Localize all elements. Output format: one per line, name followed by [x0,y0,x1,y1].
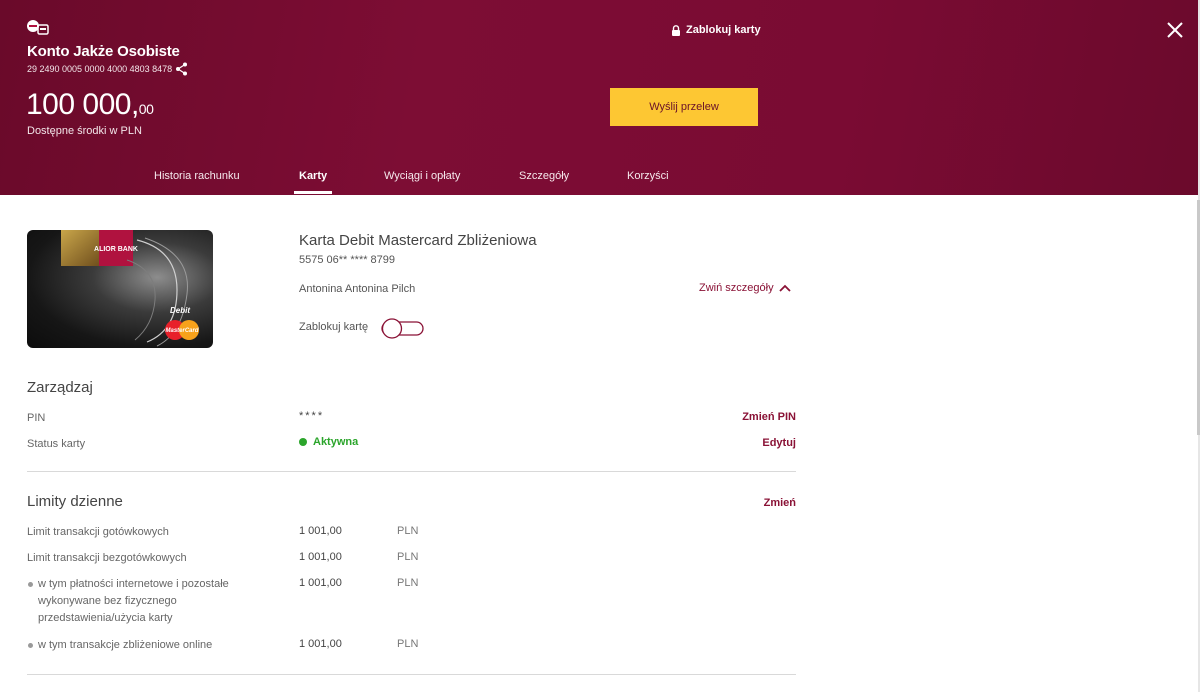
limit-row-unit: PLN [397,577,419,589]
account-header: Konto Jakże Osobiste 29 2490 0005 0000 4… [0,0,1198,195]
limit-row-label: w tym płatności internetowe i pozostałe … [38,578,229,624]
edit-status-link[interactable]: Edytuj [762,437,796,449]
section-divider [27,674,796,675]
collapse-details-label: Zwiń szczegóły [699,282,774,294]
balance-integer: 100 000, [26,88,139,121]
card-image: ALIOR BANK Debit MasterCard [27,230,213,348]
limits-section-title: Limity dzienne [27,493,123,510]
chevron-up-icon [778,284,791,292]
lock-icon [672,24,680,36]
status-dot-icon [299,438,307,447]
send-transfer-button[interactable]: Wyślij przelew [610,88,758,126]
lock-card-label: Zablokuj kartę [299,321,369,333]
pin-value: **** [299,410,325,422]
limit-row-label: Limit transakcji bezgotówkowych [27,552,187,564]
account-tabs: Historia rachunku Karty Wyciągi i opłaty… [0,162,1198,195]
balance-label: Dostępne środki w PLN [27,125,142,137]
card-status-value: Aktywna [313,436,359,449]
bullet-icon [28,582,33,587]
tab-korzysci[interactable]: Korzyści [627,170,669,182]
card-artwork: ALIOR BANK Debit MasterCard [61,230,199,347]
card-number: 5575 06** **** 8799 [299,254,396,266]
share-icon[interactable] [175,62,188,76]
manage-section-title: Zarządzaj [27,379,93,396]
limit-row-value: 1 001,00 [299,577,342,589]
card-type-text: Debit [170,306,190,315]
limit-row-unit: PLN [397,525,419,537]
limit-row-label: w tym transakcje zbliżeniowe online [38,639,213,651]
account-name: Konto Jakże Osobiste [27,43,180,60]
tab-wyciagi-i-oplaty[interactable]: Wyciągi i opłaty [384,170,460,182]
card-title: Karta Debit Mastercard Zbliżeniowa [299,232,537,249]
card-holder: Antonina Antonina Pilch [299,283,416,295]
tab-karty[interactable]: Karty [299,170,327,182]
tab-historia-rachunku[interactable]: Historia rachunku [154,170,240,182]
close-icon[interactable] [1165,20,1185,40]
card-bank-text: ALIOR BANK [94,246,138,253]
lock-cards-label: Zablokuj karty [686,24,761,36]
change-pin-link[interactable]: Zmień PIN [742,411,796,423]
collapse-details-link[interactable]: Zwiń szczegóły [699,282,791,294]
active-tab-indicator [294,191,332,194]
change-limits-link[interactable]: Zmień [764,497,796,509]
account-number: 29 2490 0005 0000 4000 4803 8478 [27,64,173,74]
pin-label: PIN [27,412,46,424]
limit-row-value: 1 001,00 [299,551,342,563]
section-divider [27,471,796,472]
card-status-label: Status karty [27,438,86,450]
tab-szczegoly[interactable]: Szczegóły [519,170,569,182]
card-brand-text: MasterCard [165,328,198,334]
limit-row-unit: PLN [397,638,419,650]
bank-logo-icon [27,20,49,35]
limit-row-value: 1 001,00 [299,638,342,650]
lock-cards-button[interactable]: Zablokuj karty [671,24,761,36]
limit-row-value: 1 001,00 [299,525,342,537]
balance-decimal: 00 [138,101,154,117]
bullet-icon [28,643,33,648]
limit-row-unit: PLN [397,551,419,563]
balance-amount: 100 000,00 [26,88,154,122]
limit-row-label: Limit transakcji gotówkowych [27,526,169,538]
lock-card-toggle[interactable] [381,318,424,339]
card-status: Aktywna [299,436,358,448]
